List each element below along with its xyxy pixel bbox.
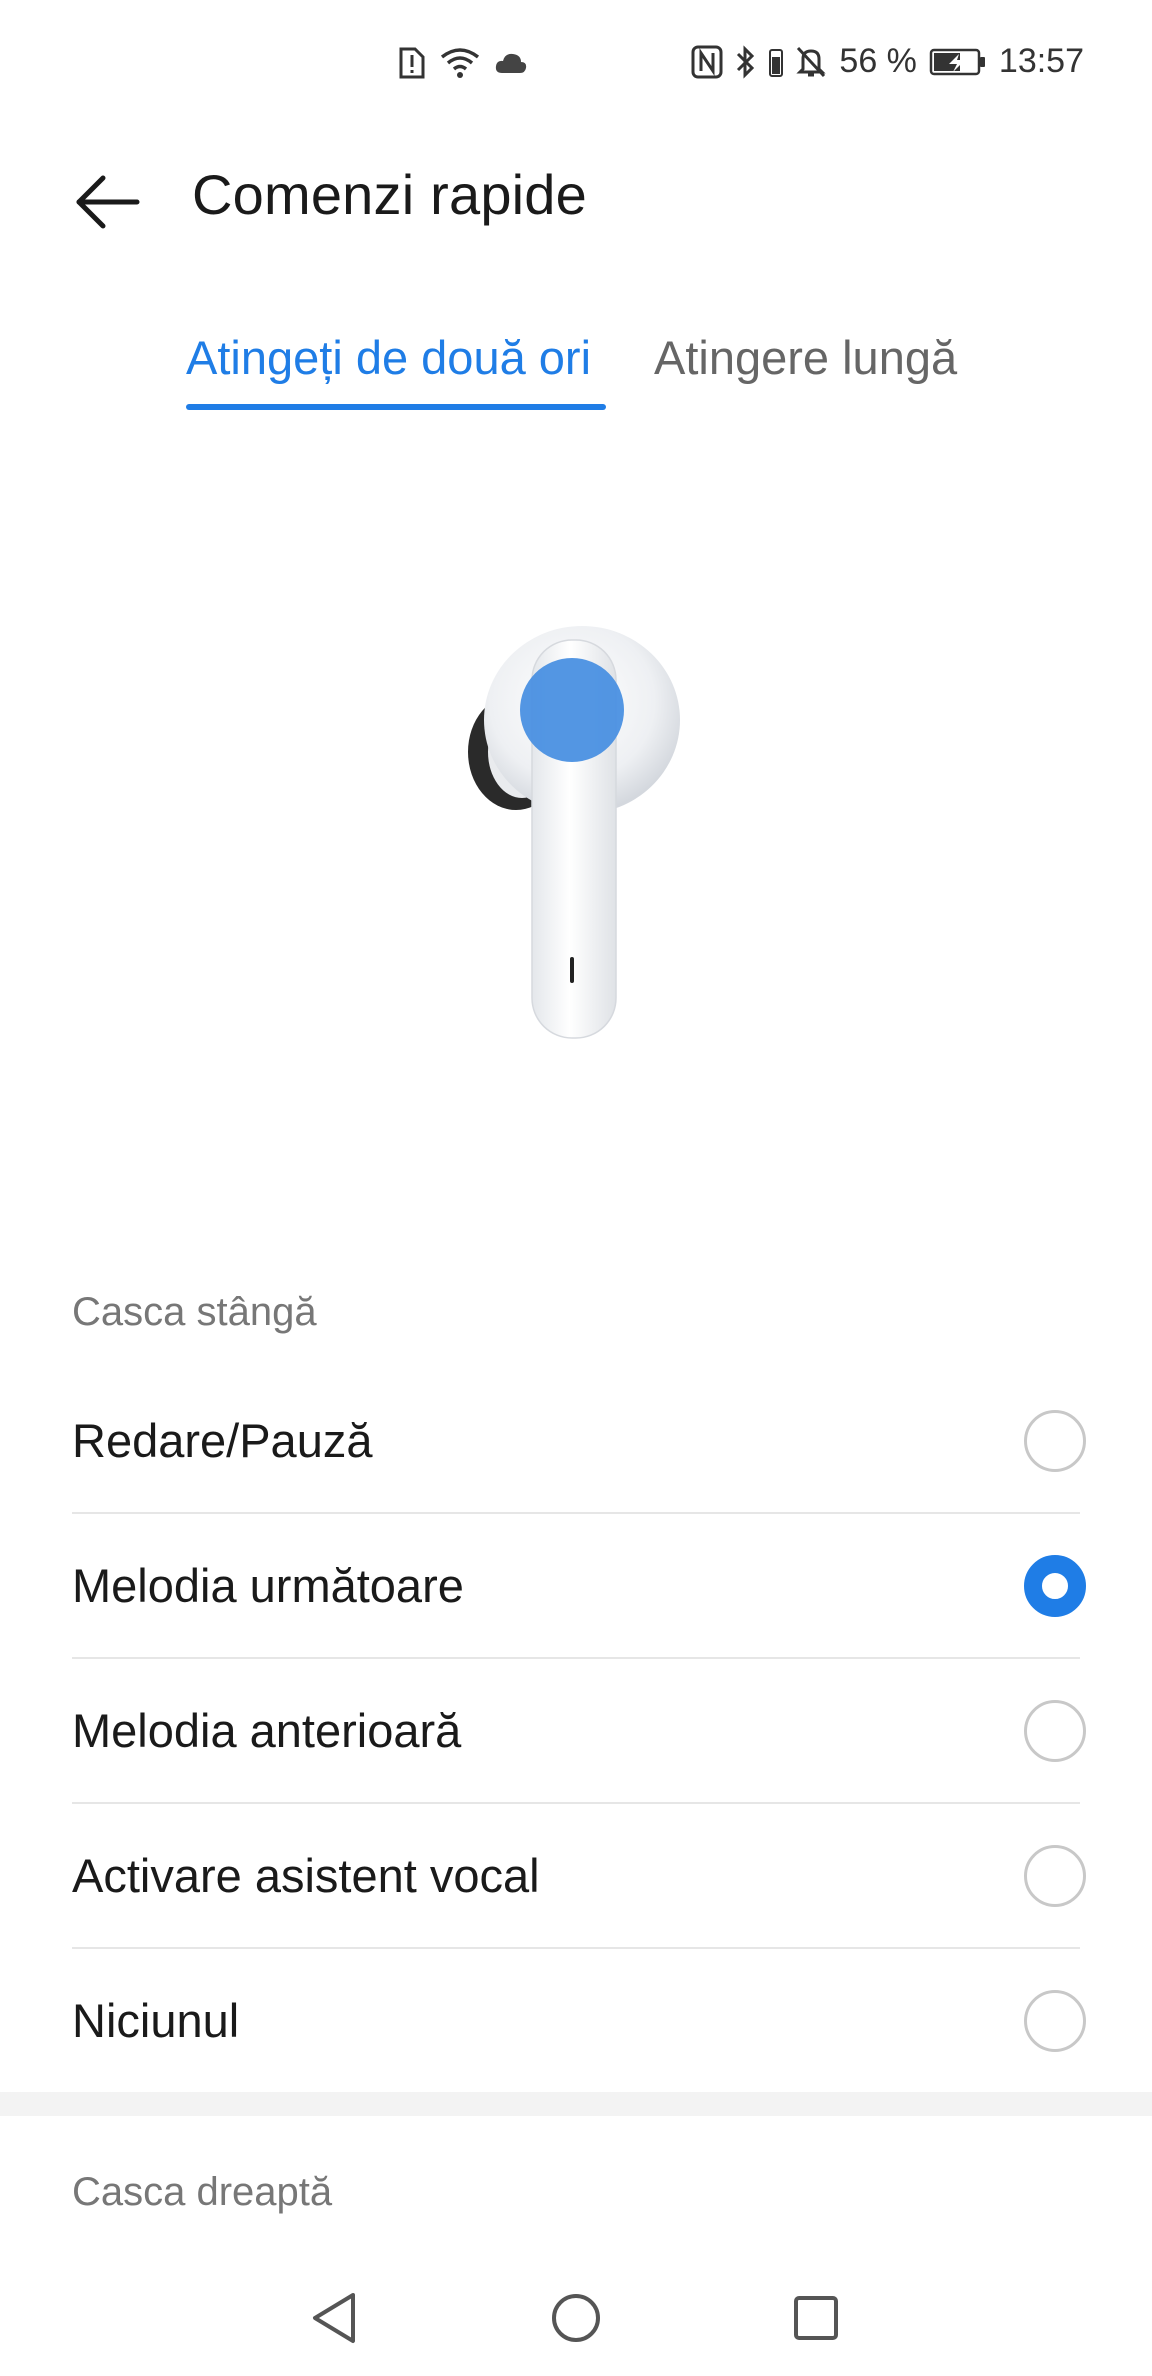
mute-bell-icon: [795, 45, 827, 79]
back-triangle-icon: [313, 2293, 355, 2343]
option-label: Melodia anterioară: [72, 1704, 462, 1757]
option-label: Activare asistent vocal: [72, 1849, 540, 1902]
option-next-track[interactable]: Melodia următoare: [72, 1513, 1086, 1658]
battery-percent: 56 %: [839, 42, 917, 80]
tab-long-press[interactable]: Atingere lungă: [654, 330, 957, 385]
nfc-icon: [691, 45, 723, 79]
option-previous-track[interactable]: Melodia anterioară: [72, 1658, 1086, 1803]
radio-button[interactable]: [1024, 1989, 1086, 2052]
earbud-icon: [468, 626, 680, 1039]
option-label: Redare/Pauză: [72, 1414, 373, 1467]
nav-home-button[interactable]: [544, 2286, 608, 2350]
cloud-icon: [494, 51, 528, 75]
status-time: 13:57: [998, 42, 1084, 80]
status-bar: 56 % 13:57: [0, 0, 1152, 134]
option-none[interactable]: Niciunul: [72, 1948, 1086, 2093]
recents-square-icon: [794, 2296, 838, 2340]
earbud-illustration: [450, 620, 710, 1040]
tab-bar: Atingeți de două ori Atingere lungă: [0, 320, 1152, 420]
tab-double-tap[interactable]: Atingeți de două ori: [186, 330, 591, 385]
status-left-icons: [398, 46, 528, 80]
radio-button[interactable]: [1024, 1844, 1086, 1907]
bluetooth-icon: [735, 44, 757, 79]
battery-charging-icon: [929, 47, 987, 77]
navigation-bar: [0, 2260, 1152, 2376]
radio-button[interactable]: [1024, 1409, 1086, 1472]
arrow-back-icon: [75, 174, 141, 235]
status-right-icons: 56 % 13:57: [691, 42, 1084, 81]
back-button[interactable]: [62, 158, 154, 250]
section-header-right: Casca dreaptă: [72, 2170, 333, 2214]
sim-alert-icon: [398, 46, 426, 80]
section-separator: [0, 2092, 1152, 2116]
option-voice-assistant[interactable]: Activare asistent vocal: [72, 1803, 1086, 1948]
tab-active-indicator: [186, 404, 606, 410]
home-circle-icon: [552, 2294, 600, 2342]
section-header-left: Casca stângă: [72, 1290, 317, 1334]
option-play-pause[interactable]: Redare/Pauză: [72, 1368, 1086, 1513]
app-bar: Comenzi rapide: [0, 134, 1152, 254]
page-title: Comenzi rapide: [192, 163, 587, 226]
option-label: Niciunul: [72, 1994, 240, 2047]
nav-recents-button[interactable]: [784, 2286, 848, 2350]
battery-small-icon: [769, 47, 784, 77]
radio-button-selected[interactable]: [1024, 1554, 1086, 1617]
radio-button[interactable]: [1024, 1699, 1086, 1762]
nav-back-button[interactable]: [302, 2286, 366, 2350]
option-label: Melodia următoare: [72, 1559, 464, 1612]
wifi-icon: [440, 47, 480, 79]
